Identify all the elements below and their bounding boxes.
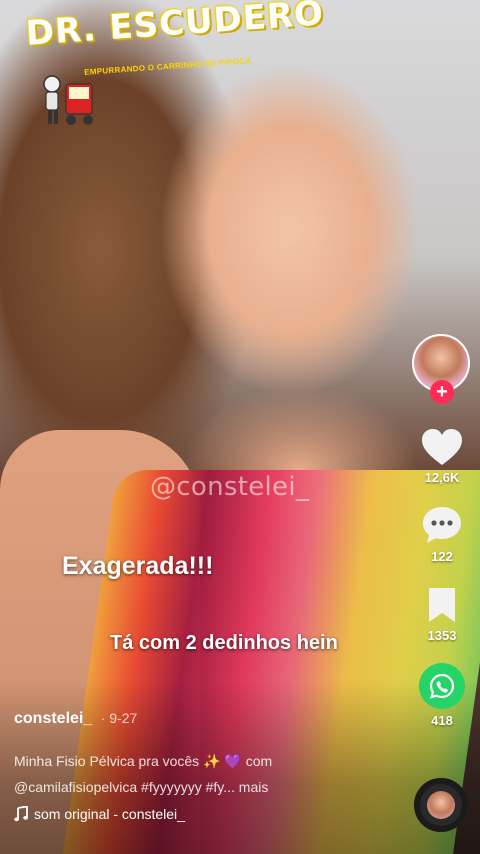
post-meta: constelei_ · 9-27 Minha Fisio Pélvica pr…	[14, 710, 394, 822]
post-sound-label: som original - constelei_	[34, 806, 185, 822]
whatsapp-icon	[419, 663, 465, 709]
sound-disc[interactable]	[414, 778, 468, 832]
post-description-line-2: @camilafisiopelvica #fyyyyyyy #fy... mai…	[14, 774, 394, 800]
post-username[interactable]: constelei_	[14, 710, 92, 727]
popcorn-cart-icon	[43, 75, 93, 125]
post-description-line-1: Minha Fisio Pélvica pra vocês ✨ 💜 com	[14, 748, 394, 774]
share-count: 418	[431, 713, 453, 728]
comment-count: 122	[431, 549, 453, 564]
post-date: · 9-27	[100, 710, 138, 726]
sound-disc-thumbnail	[427, 791, 455, 819]
video-caption-secondary: Tá com 2 dedinhos hein	[110, 632, 338, 654]
video-watermark: @constelei_	[150, 472, 310, 502]
post-header: constelei_ · 9-27	[14, 710, 394, 728]
music-note-icon	[14, 806, 28, 822]
follow-button[interactable]: +	[430, 380, 454, 404]
purple-heart-icon: 💜	[224, 753, 242, 769]
post-description[interactable]: Minha Fisio Pélvica pra vocês ✨ 💜 com @c…	[14, 748, 394, 800]
video-caption-primary: Exagerada!!!	[62, 552, 214, 580]
sparkles-icon: ✨	[203, 753, 221, 769]
save-button[interactable]: 1353	[412, 586, 472, 643]
comment-button[interactable]: 122	[412, 505, 472, 564]
comment-bubble-icon	[423, 507, 461, 543]
post-sound[interactable]: som original - constelei_	[14, 806, 394, 822]
post-description-text: Minha Fisio Pélvica pra vocês	[14, 753, 200, 769]
brand-logo: DR. ESCUDERO EMPURRANDO O CARRINHO DE PI…	[25, 0, 325, 125]
share-button[interactable]: 418	[412, 663, 472, 728]
like-count: 12,6K	[424, 470, 460, 485]
post-mentions-hashtags[interactable]: @camilafisiopelvica #fyyyyyyy #fy... mai…	[14, 779, 268, 795]
post-description-with: com	[245, 753, 273, 769]
action-sidebar: + 12,6K 122 1353 418	[412, 334, 472, 728]
creator-avatar-group: +	[412, 334, 472, 404]
heart-icon	[422, 429, 462, 465]
save-count: 1353	[427, 628, 457, 643]
like-button[interactable]: 12,6K	[412, 428, 472, 485]
bookmark-icon	[429, 588, 455, 622]
